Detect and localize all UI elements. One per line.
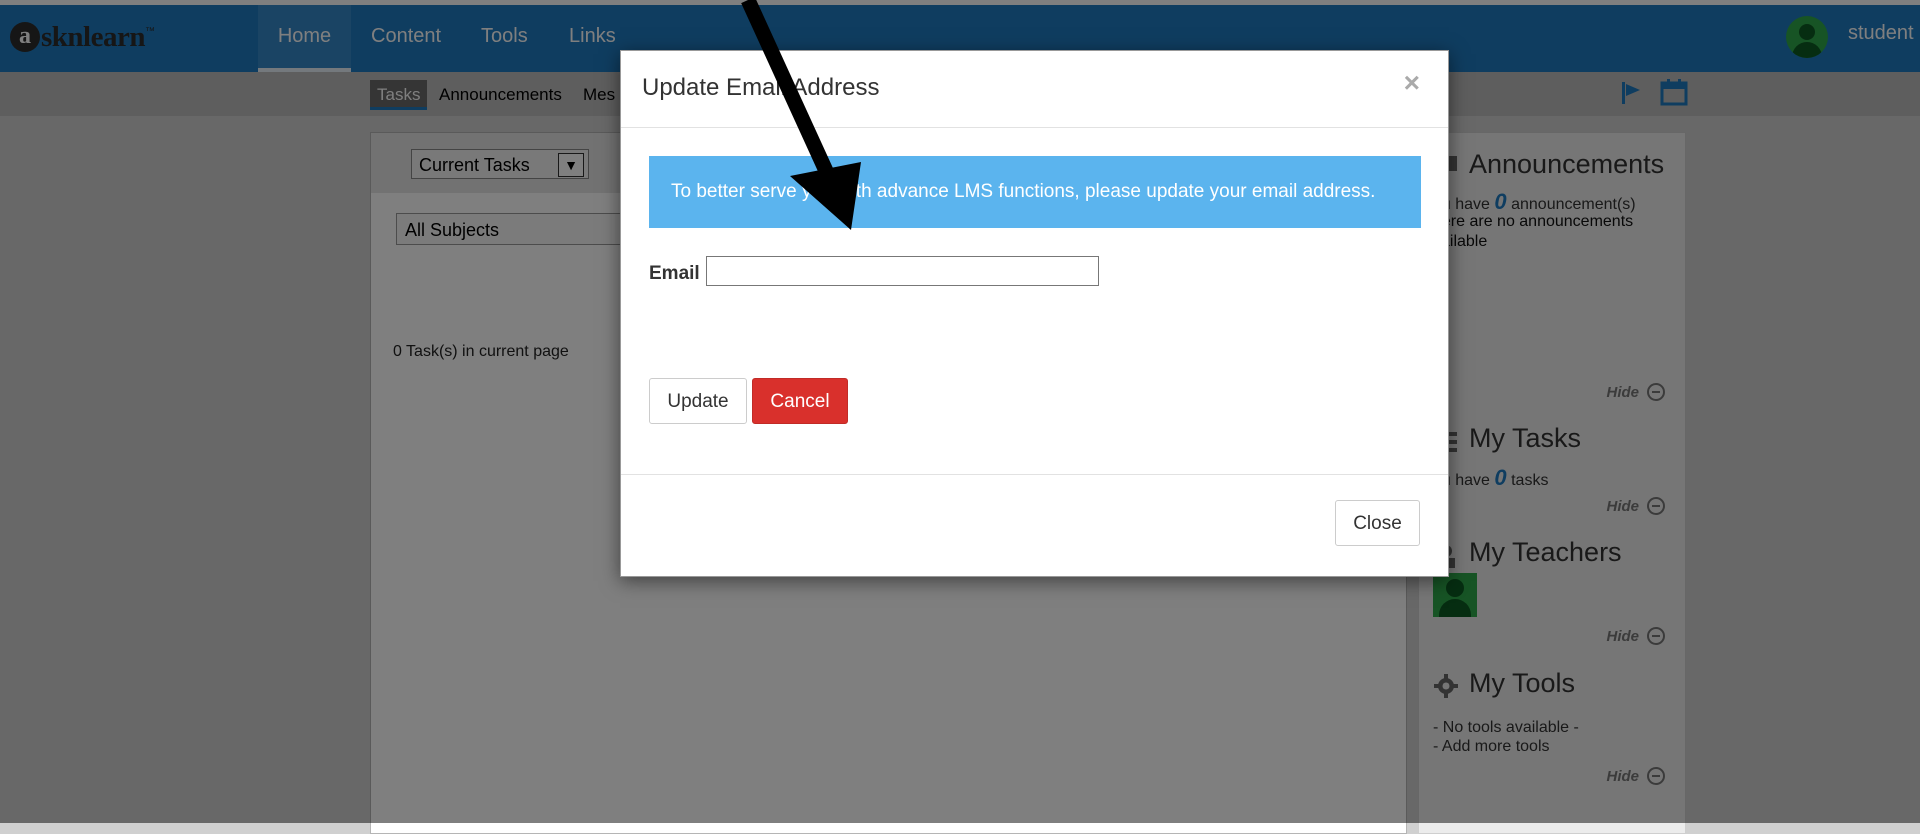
modal-header-divider — [621, 127, 1448, 128]
cancel-button[interactable]: Cancel — [752, 378, 848, 424]
update-button[interactable]: Update — [649, 378, 747, 424]
update-email-modal: Update Email Address × To better serve y… — [620, 50, 1449, 577]
modal-title: Update Email Address — [642, 74, 880, 101]
modal-footer-divider — [621, 474, 1448, 475]
email-input[interactable] — [706, 256, 1099, 286]
info-banner: To better serve you with advance LMS fun… — [649, 156, 1421, 228]
email-label: Email — [649, 263, 700, 284]
close-button[interactable]: Close — [1335, 500, 1420, 546]
close-icon[interactable]: × — [1404, 67, 1420, 99]
